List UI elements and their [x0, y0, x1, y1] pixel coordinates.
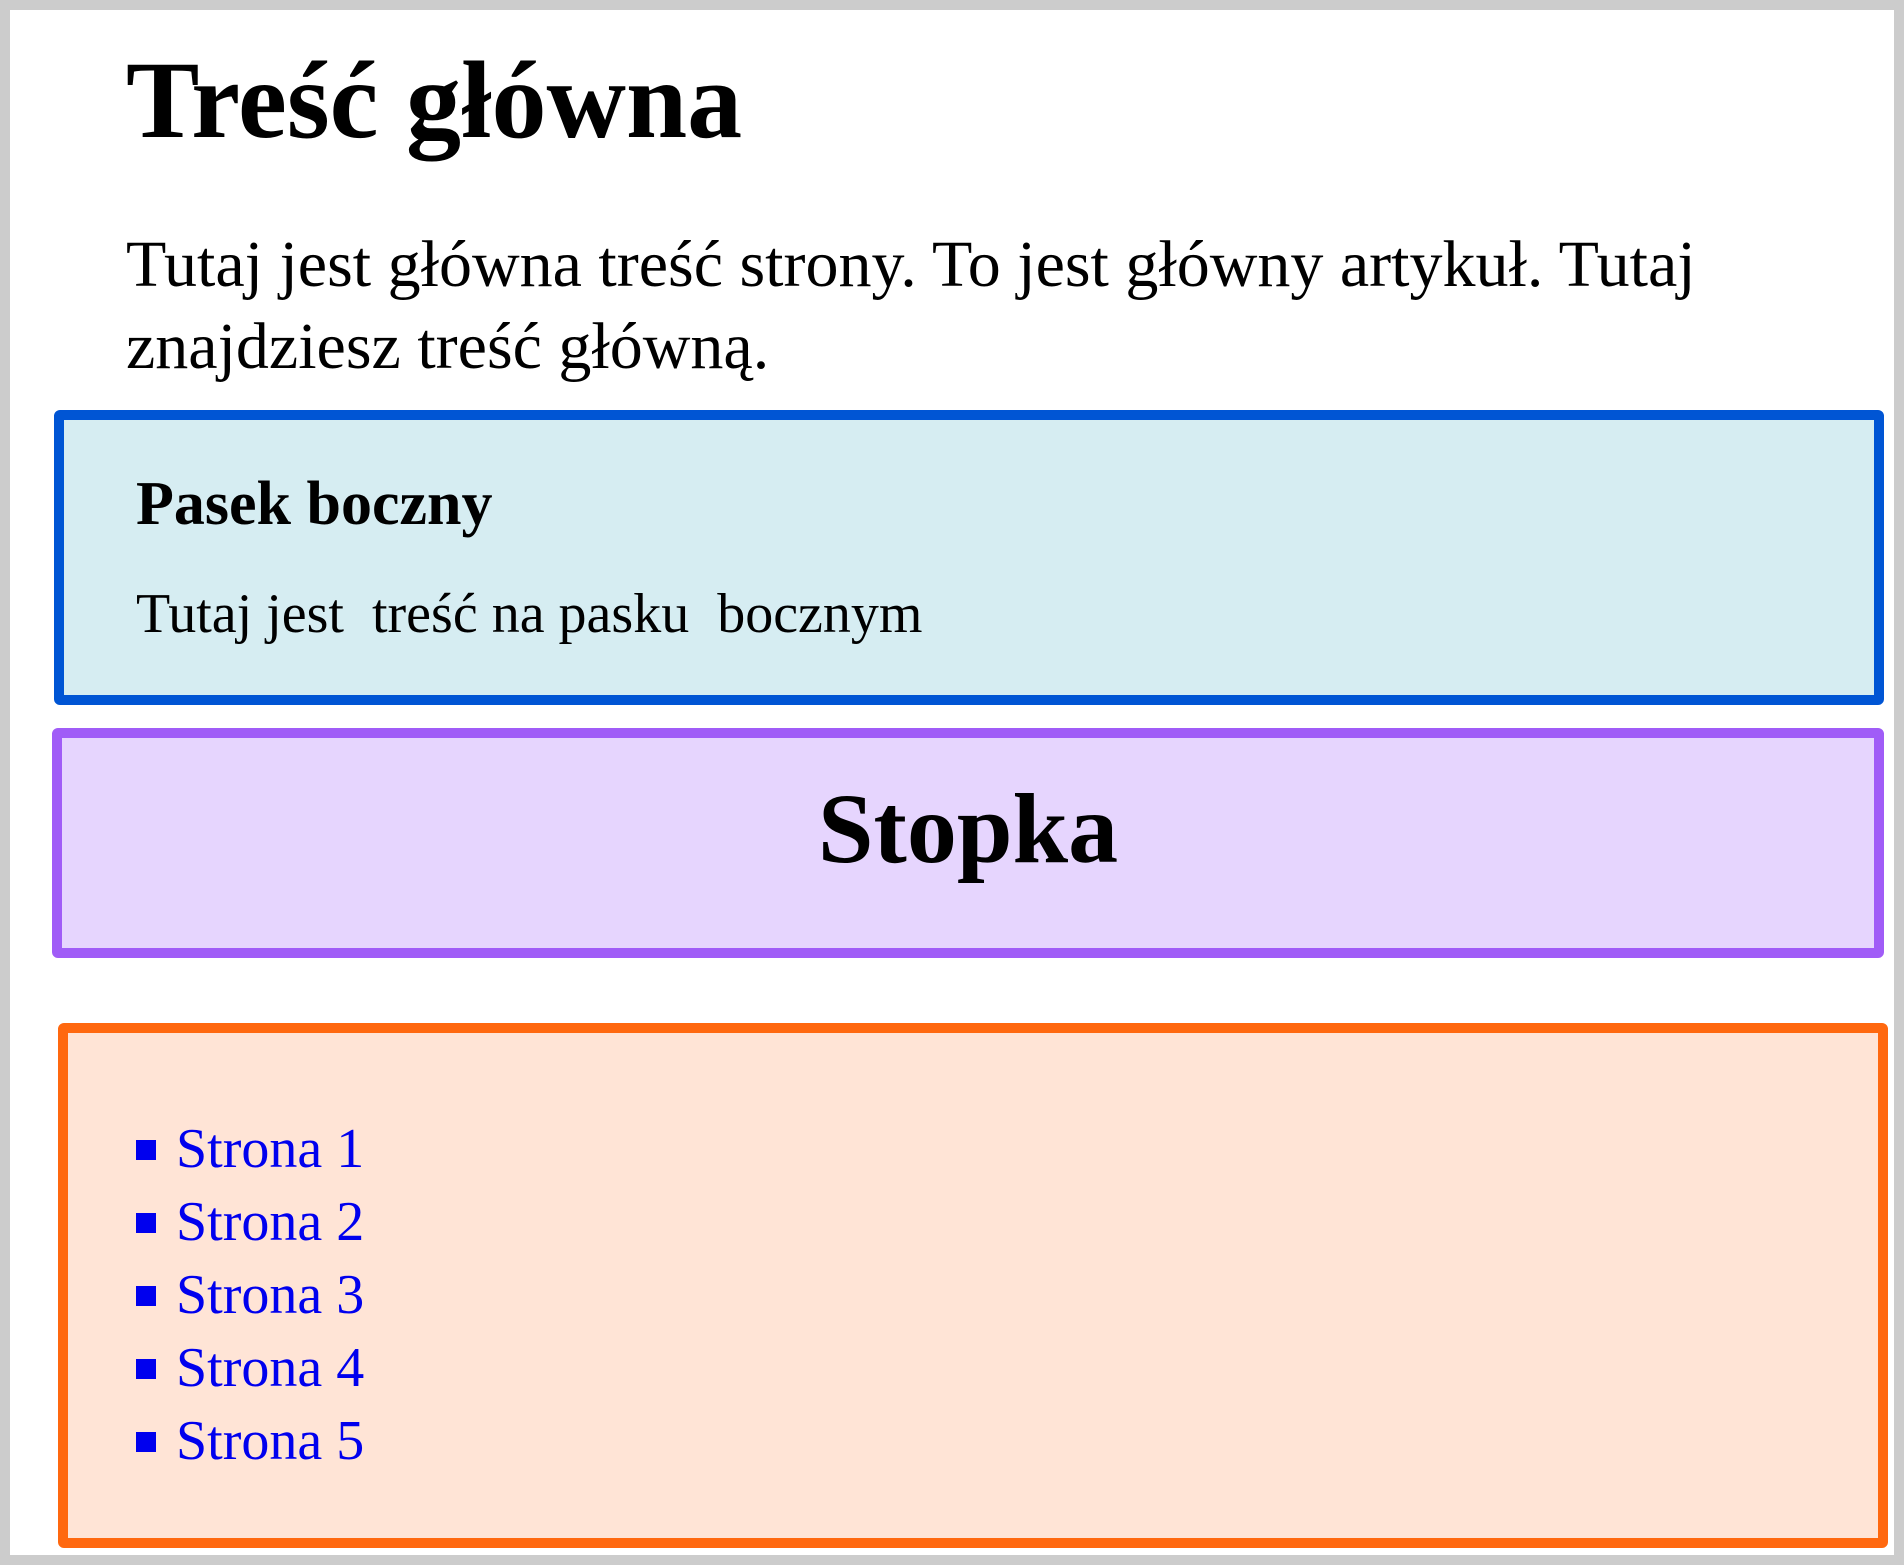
nav-item: Strona 1	[136, 1113, 364, 1186]
nav-link-strona-2[interactable]: Strona 2	[176, 1186, 364, 1259]
bullet-square-icon	[136, 1139, 156, 1160]
bullet-square-icon	[136, 1212, 156, 1233]
bullet-square-icon	[136, 1285, 156, 1306]
nav-item: Strona 2	[136, 1186, 364, 1259]
page-frame: Treść główna Tutaj jest główna treść str…	[0, 0, 1904, 1565]
nav-link-strona-1[interactable]: Strona 1	[176, 1113, 364, 1186]
footer: Stopka	[52, 728, 1884, 958]
main-text: Tutaj jest główna treść strony. To jest …	[126, 228, 1696, 383]
nav-link-strona-5[interactable]: Strona 5	[176, 1405, 364, 1478]
nav-item: Strona 5	[136, 1405, 364, 1478]
nav-link-strona-3[interactable]: Strona 3	[176, 1259, 364, 1332]
nav-item: Strona 3	[136, 1259, 364, 1332]
main-title: Treść główna	[126, 39, 743, 161]
nav-menu: Strona 1 Strona 2 Strona 3 Strona 4 Stro…	[58, 1023, 1888, 1548]
sidebar-title: Pasek boczny	[136, 470, 493, 538]
nav-item: Strona 4	[136, 1332, 364, 1405]
sidebar-text: Tutaj jest treść na pasku bocznym	[136, 583, 923, 645]
sidebar: Pasek boczny Tutaj jest treść na pasku b…	[54, 410, 1884, 705]
bullet-square-icon	[136, 1431, 156, 1452]
footer-title: Stopka	[817, 773, 1119, 884]
bullet-square-icon	[136, 1358, 156, 1379]
nav-list: Strona 1 Strona 2 Strona 3 Strona 4 Stro…	[136, 1113, 364, 1478]
nav-link-strona-4[interactable]: Strona 4	[176, 1332, 364, 1405]
